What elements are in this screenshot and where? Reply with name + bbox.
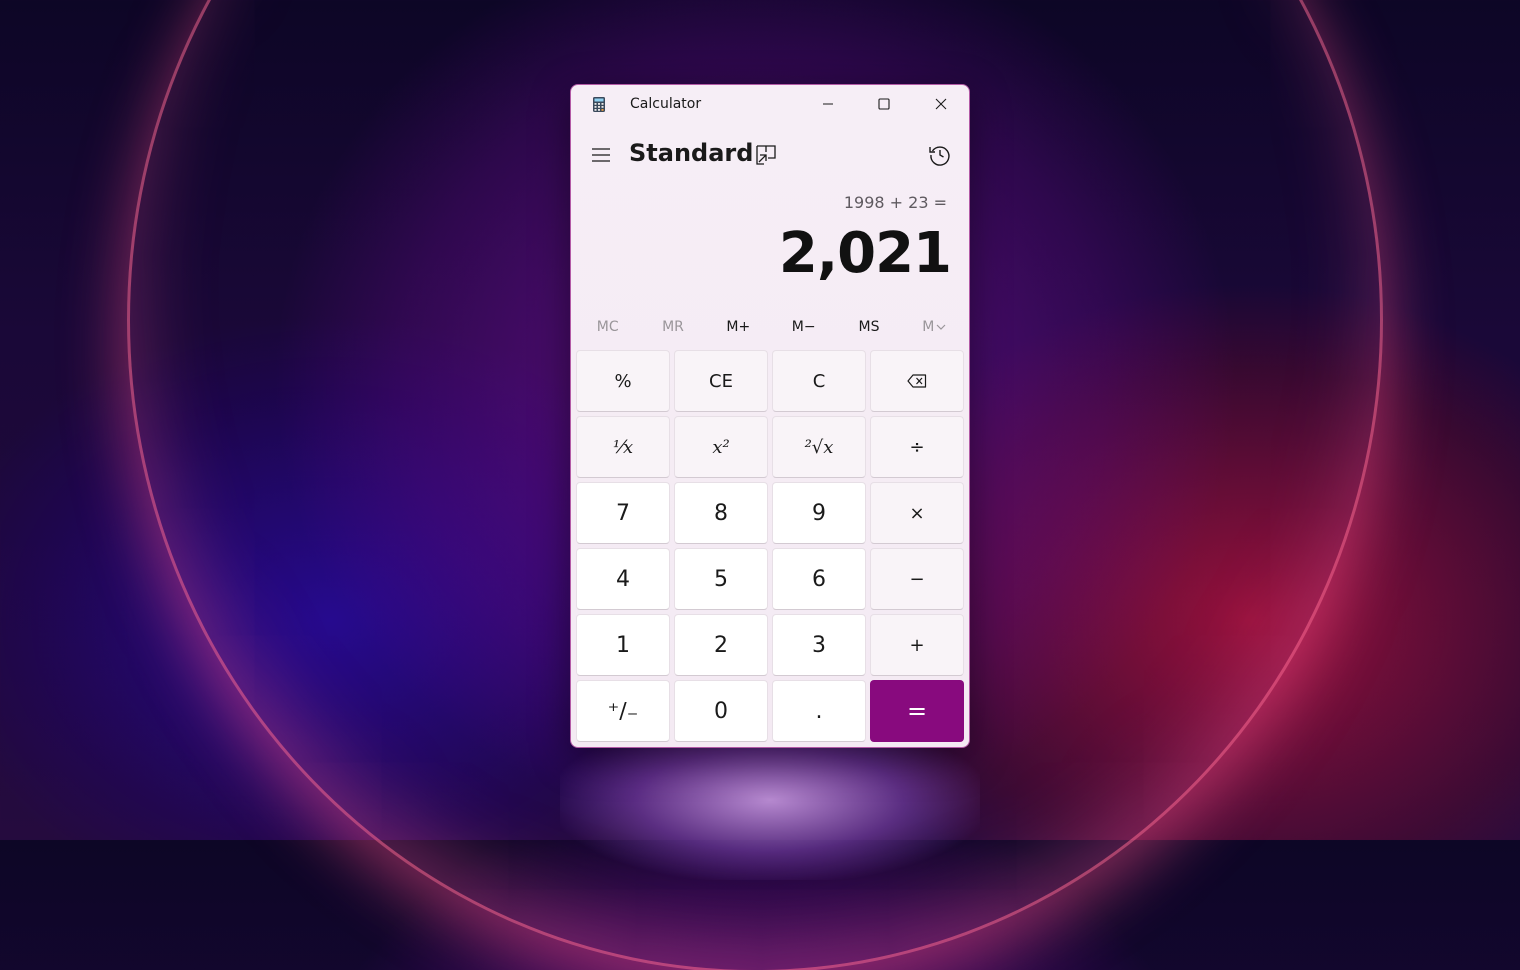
minimize-icon [823, 103, 833, 105]
square-label: x² [712, 436, 730, 458]
memory-recall-button[interactable]: MR [640, 313, 705, 341]
percent-button[interactable]: % [576, 350, 670, 412]
memory-clear-button[interactable]: MC [575, 313, 640, 341]
memory-row: MC MR M+ M− MS M [575, 313, 967, 341]
digit-2-button[interactable]: 2 [674, 614, 768, 676]
negate-button[interactable]: ⁺∕₋ [576, 680, 670, 742]
keypad: % CE C ⅟x x² ²√x ÷ 7 8 9 × 4 5 6 − 1 2 3… [576, 350, 967, 742]
result-display: 2,021 [778, 221, 952, 286]
square-root-label: ²√x [804, 436, 834, 458]
maximize-button[interactable] [856, 85, 912, 123]
maximize-icon [878, 98, 890, 110]
digit-0-button[interactable]: 0 [674, 680, 768, 742]
digit-7-button[interactable]: 7 [576, 482, 670, 544]
hamburger-menu-icon[interactable] [591, 147, 611, 163]
digit-3-button[interactable]: 3 [772, 614, 866, 676]
multiply-button[interactable]: × [870, 482, 964, 544]
calculator-window: Calculator Standard 1998 + 23 = 2,021 MC… [570, 84, 970, 748]
memory-list-label: M [922, 319, 935, 335]
history-icon[interactable] [928, 143, 952, 167]
digit-4-button[interactable]: 4 [576, 548, 670, 610]
memory-add-button[interactable]: M+ [706, 313, 771, 341]
digit-6-button[interactable]: 6 [772, 548, 866, 610]
backspace-icon [907, 374, 927, 388]
memory-store-button[interactable]: MS [836, 313, 901, 341]
chevron-down-icon [936, 324, 946, 330]
backspace-button[interactable] [870, 350, 964, 412]
digit-8-button[interactable]: 8 [674, 482, 768, 544]
memory-list-button[interactable]: M [902, 313, 967, 341]
calculator-app-icon [593, 97, 605, 112]
window-title: Calculator [630, 96, 702, 112]
add-button[interactable]: + [870, 614, 964, 676]
memory-subtract-button[interactable]: M− [771, 313, 836, 341]
keep-on-top-icon[interactable] [755, 144, 777, 166]
square-button[interactable]: x² [674, 416, 768, 478]
reciprocal-label: ⅟x [612, 436, 634, 458]
divide-button[interactable]: ÷ [870, 416, 964, 478]
digit-9-button[interactable]: 9 [772, 482, 866, 544]
digit-5-button[interactable]: 5 [674, 548, 768, 610]
expression-display: 1998 + 23 = [843, 193, 947, 212]
subtract-button[interactable]: − [870, 548, 964, 610]
close-button[interactable] [913, 85, 969, 123]
square-root-button[interactable]: ²√x [772, 416, 866, 478]
clear-button[interactable]: C [772, 350, 866, 412]
reciprocal-button[interactable]: ⅟x [576, 416, 670, 478]
equals-button[interactable]: = [870, 680, 964, 742]
clear-entry-button[interactable]: CE [674, 350, 768, 412]
digit-1-button[interactable]: 1 [576, 614, 670, 676]
decimal-button[interactable]: . [772, 680, 866, 742]
minimize-button[interactable] [800, 85, 856, 123]
mode-title: Standard [629, 139, 754, 167]
close-icon [935, 98, 947, 110]
title-bar[interactable]: Calculator [571, 85, 969, 125]
